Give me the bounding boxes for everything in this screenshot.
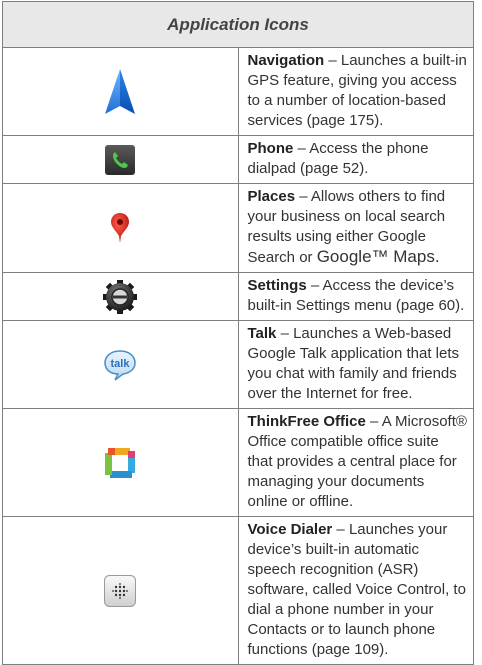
talk-bubble-icon: talk (104, 349, 137, 381)
row-name: ThinkFree Office (247, 413, 366, 430)
table-row: Voice Dialer – Launches your device’s bu… (2, 516, 474, 665)
row-description: ThinkFree Office – A Microsoft® Office c… (237, 408, 474, 517)
row-description: Talk – Launches a Web-based Google Talk … (237, 320, 474, 409)
row-text: – Launches a Web-based Google Talk appli… (247, 325, 460, 402)
table-header-row: Application Icons (2, 1, 474, 48)
icon-cell: talk (2, 320, 239, 409)
row-name: Talk (247, 325, 277, 342)
row-name: Settings (247, 277, 307, 294)
row-text: – Launches your device’s built-in automa… (247, 521, 466, 658)
icon-cell (2, 183, 239, 273)
table-row: ThinkFree Office – A Microsoft® Office c… (2, 408, 474, 517)
icon-cell (2, 408, 239, 517)
row-description: Places – Allows others to find your busi… (237, 183, 474, 273)
table-row: talk Talk – Launches a Web-based Google … (2, 320, 474, 409)
row-name: Navigation (247, 52, 325, 69)
table-row: Settings – Access the device’s built-in … (2, 272, 474, 321)
google-maps-text: Google™ Maps. (316, 247, 440, 266)
talk-icon-label: talk (111, 358, 131, 370)
row-name: Voice Dialer (247, 521, 333, 538)
row-description: Phone – Access the phone dialpad (page 5… (237, 135, 474, 184)
row-description: Settings – Access the device’s built-in … (237, 272, 474, 321)
row-description: Voice Dialer – Launches your device’s bu… (237, 516, 474, 665)
application-icons-table-container: Application Icons Navigation – Launches … (2, 1, 474, 665)
icon-cell (2, 47, 239, 136)
row-name: Places (247, 188, 296, 205)
application-icons-table: Application Icons Navigation – Launches … (2, 1, 474, 665)
icon-cell (2, 272, 239, 321)
voice-dialer-icon (104, 574, 137, 607)
phone-icon (105, 144, 136, 175)
icon-cell (2, 516, 239, 665)
row-name: Phone (247, 140, 294, 157)
table-row: Phone – Access the phone dialpad (page 5… (2, 135, 474, 184)
settings-gear-icon (103, 279, 138, 314)
icon-cell (2, 135, 239, 184)
table-title: Application Icons (2, 1, 474, 48)
row-description: Navigation – Launches a built-in GPS fea… (237, 47, 474, 136)
table-row: Navigation – Launches a built-in GPS fea… (2, 47, 474, 136)
thinkfree-office-icon (105, 447, 136, 478)
map-pin-icon (111, 213, 130, 243)
table-row: Places – Allows others to find your busi… (2, 183, 474, 273)
navigation-arrow-icon (105, 68, 136, 114)
